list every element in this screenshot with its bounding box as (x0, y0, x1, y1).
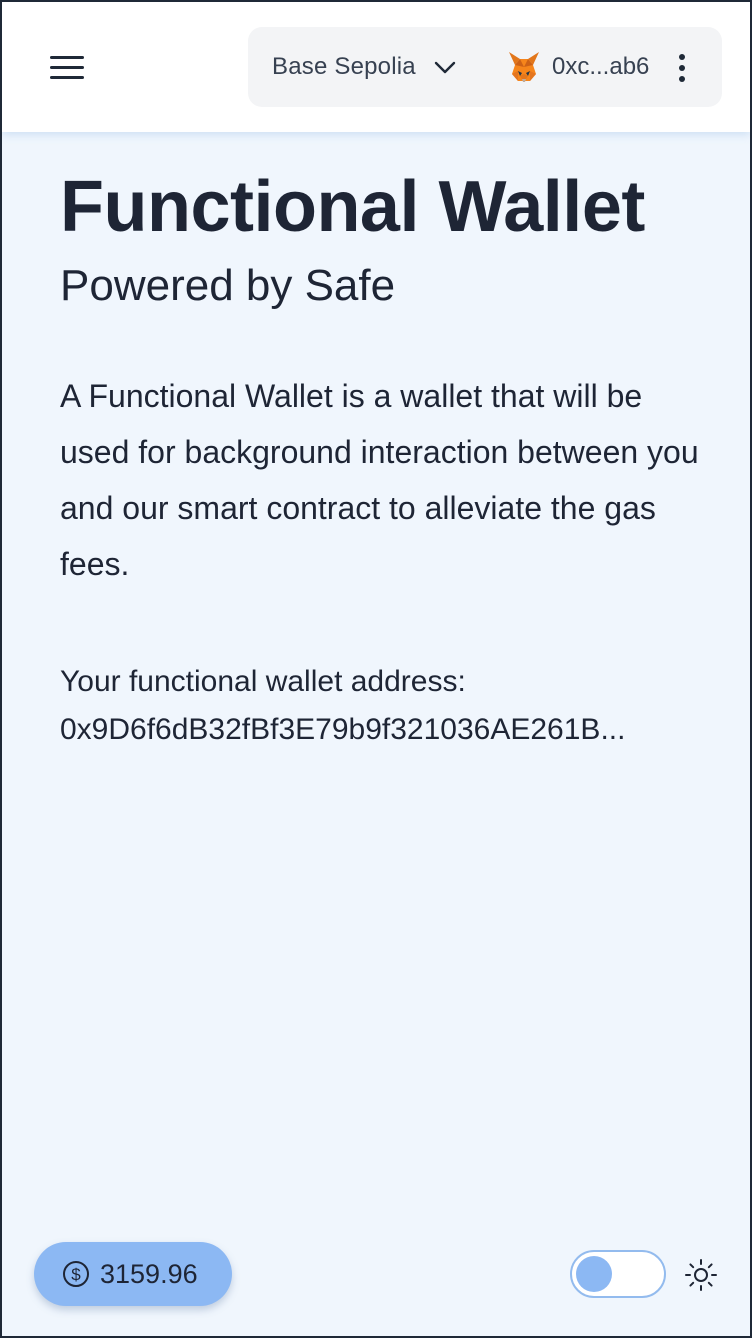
dollar-circle-icon: $ (63, 1261, 89, 1287)
metamask-fox-icon (509, 52, 539, 82)
price-value: 3159.96 (100, 1258, 198, 1289)
page-title: Functional Wallet (60, 167, 645, 247)
toggle-knob[interactable] (576, 1256, 612, 1292)
account-address-short: 0xc...ab6 (552, 53, 650, 80)
network-selector[interactable]: Base Sepolia (272, 49, 458, 85)
sun-icon[interactable] (684, 1258, 718, 1292)
chevron-down-icon (434, 61, 456, 74)
account-button[interactable]: 0xc...ab6 (506, 49, 649, 85)
description-text: A Functional Wallet is a wallet that wil… (60, 378, 699, 582)
kebab-menu-icon[interactable] (668, 53, 696, 83)
network-label: Base Sepolia (272, 53, 416, 80)
top-header: Base Sepolia 0xc...ab6 (2, 2, 750, 132)
wallet-address[interactable]: 0x9D6f6dB32fBf3E79b9f321036AE261B... (60, 710, 685, 750)
hamburger-menu-icon[interactable] (50, 54, 86, 82)
svg-text:$: $ (71, 1265, 81, 1284)
price-badge[interactable]: $ 3159.96 (34, 1242, 232, 1306)
app-frame: Base Sepolia 0xc...ab6 Functional Wallet… (0, 0, 752, 1338)
main-content: Functional Wallet Powered by Safe A Func… (60, 162, 700, 750)
header-controls: Base Sepolia 0xc...ab6 (248, 27, 722, 107)
theme-toggle[interactable] (570, 1250, 666, 1298)
address-label: Your functional wallet address: (60, 665, 466, 698)
page-subtitle: Powered by Safe (60, 261, 396, 310)
